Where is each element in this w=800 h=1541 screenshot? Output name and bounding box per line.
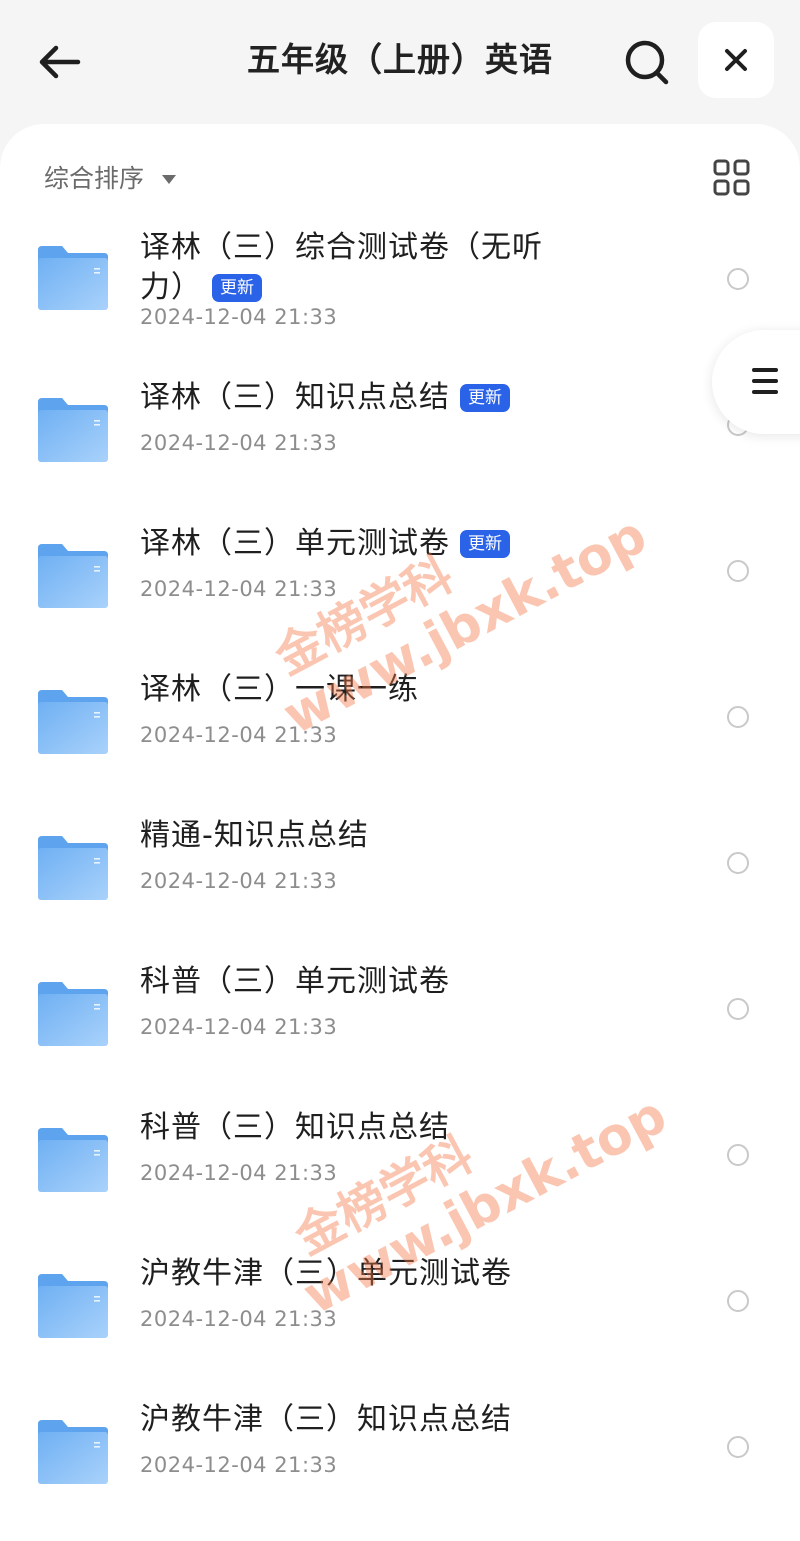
list-item[interactable]: 译林（三）综合测试卷（无听力） 更新 2024-12-04 21:33 [0,206,800,352]
list-item[interactable]: 译林（三）单元测试卷 更新 2024-12-04 21:33 [0,498,800,644]
list-item[interactable]: 科普（三）知识点总结 2024-12-04 21:33 [0,1082,800,1228]
item-date: 2024-12-04 21:33 [140,1015,338,1039]
search-button[interactable] [620,36,672,88]
list-item[interactable]: 精通-知识点总结 2024-12-04 21:33 [0,790,800,936]
top-bar: 五年级（上册）英语 [0,0,800,125]
grid-view-icon [713,159,750,196]
item-title-text: 科普（三）单元测试卷 [140,964,450,999]
item-title-text: 译林（三）知识点总结 [140,380,450,415]
update-badge: 更新 [212,274,262,302]
folder-icon [38,1420,108,1484]
close-button[interactable] [698,22,774,98]
folder-icon [38,398,108,462]
folder-icon [38,544,108,608]
item-title-text: 译林（三）综合测试卷（无听力） [140,230,543,305]
select-radio[interactable] [727,560,749,582]
item-title: 沪教牛津（三）单元测试卷 [140,1254,580,1294]
list-item[interactable]: 科普（三）单元测试卷 2024-12-04 21:33 [0,936,800,1082]
item-title: 沪教牛津（三）知识点总结 [140,1400,580,1440]
menu-icon [752,368,778,401]
item-title: 译林（三）综合测试卷（无听力） 更新 [140,228,580,308]
select-radio[interactable] [727,1436,749,1458]
item-title-text: 沪教牛津（三）单元测试卷 [140,1256,512,1291]
select-radio[interactable] [727,1144,749,1166]
item-title: 译林（三）知识点总结 更新 [140,378,580,418]
item-title: 科普（三）单元测试卷 [140,962,580,1002]
back-button[interactable] [36,38,84,86]
caret-down-icon [162,174,177,184]
item-date: 2024-12-04 21:33 [140,431,338,455]
select-radio[interactable] [727,268,749,290]
folder-icon [38,836,108,900]
item-date: 2024-12-04 21:33 [140,305,338,329]
item-date: 2024-12-04 21:33 [140,869,338,893]
folder-icon [38,1128,108,1192]
item-date: 2024-12-04 21:33 [140,1307,338,1331]
item-title: 译林（三）一课一练 [140,670,580,710]
item-date: 2024-12-04 21:33 [140,1453,338,1477]
folder-icon [38,246,108,310]
close-icon [725,49,747,71]
list-item[interactable]: 译林（三）知识点总结 更新 2024-12-04 21:33 [0,352,800,498]
select-radio[interactable] [727,1290,749,1312]
search-icon [625,40,669,85]
item-date: 2024-12-04 21:33 [140,577,338,601]
update-badge: 更新 [460,530,510,558]
folder-icon [38,1274,108,1338]
select-radio[interactable] [727,706,749,728]
item-title-text: 科普（三）知识点总结 [140,1110,450,1145]
grid-view-button[interactable] [712,158,752,198]
sort-dropdown[interactable]: 综合排序 [44,155,177,199]
sort-label: 综合排序 [44,164,145,193]
list-item[interactable]: 译林（三）一课一练 2024-12-04 21:33 [0,644,800,790]
arrow-left-icon [39,45,81,79]
item-title-text: 译林（三）一课一练 [140,672,419,707]
item-date: 2024-12-04 21:33 [140,1161,338,1185]
item-title: 译林（三）单元测试卷 更新 [140,524,580,564]
list-item[interactable]: 沪教牛津（三）单元测试卷 2024-12-04 21:33 [0,1228,800,1374]
folder-icon [38,690,108,754]
page-title: 五年级（上册）英语 [247,40,553,79]
item-title-text: 译林（三）单元测试卷 [140,526,450,561]
select-radio[interactable] [727,852,749,874]
item-title: 科普（三）知识点总结 [140,1108,580,1148]
item-title-text: 精通-知识点总结 [140,818,369,853]
update-badge: 更新 [460,384,510,412]
item-title-text: 沪教牛津（三）知识点总结 [140,1402,512,1437]
list-item[interactable]: 沪教牛津（三）知识点总结 2024-12-04 21:33 [0,1374,800,1520]
item-title: 精通-知识点总结 [140,816,580,856]
folder-icon [38,982,108,1046]
item-date: 2024-12-04 21:33 [140,723,338,747]
select-radio[interactable] [727,998,749,1020]
